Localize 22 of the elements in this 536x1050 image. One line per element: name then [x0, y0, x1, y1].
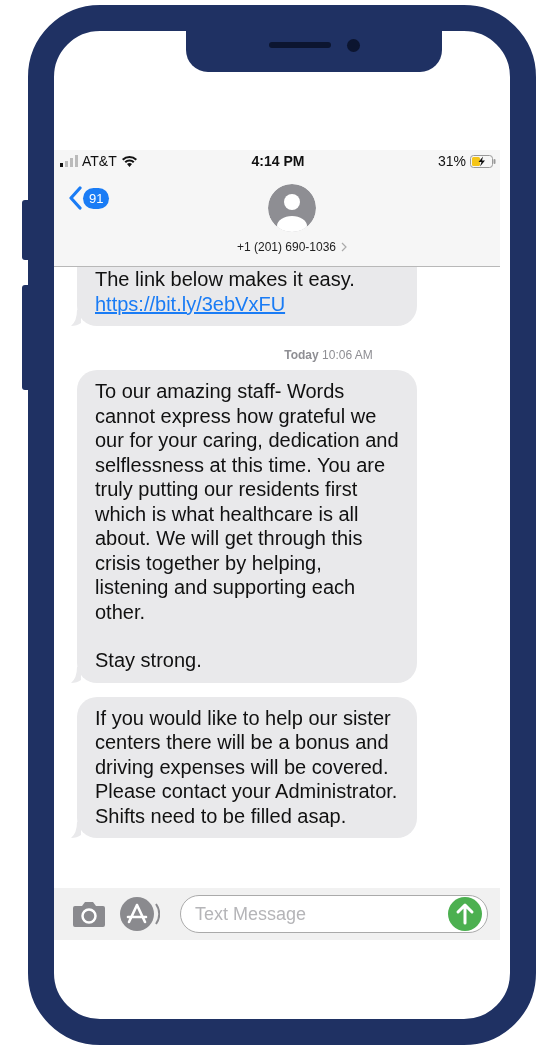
- unread-count-badge: 91: [83, 187, 110, 209]
- message-link[interactable]: https://bit.ly/3ebVxFU: [95, 291, 286, 316]
- message-timestamp: Today 10:06 AM: [284, 348, 373, 362]
- back-chevron-icon: [68, 186, 82, 210]
- wifi-icon: [120, 155, 138, 167]
- back-button[interactable]: 91: [68, 186, 110, 210]
- avatar-icon[interactable]: [268, 184, 316, 232]
- message-input-field[interactable]: Text Message: [180, 895, 488, 933]
- signal-icon: [60, 155, 78, 167]
- camera-dot-icon: [346, 38, 360, 52]
- carrier-name: AT&T: [82, 153, 117, 169]
- clock-time: 4:14 PM: [251, 153, 305, 169]
- message-text: Stay strong.: [95, 648, 203, 673]
- chevron-icon[interactable]: [341, 242, 348, 252]
- message-text: If you would like to help our sister centers there will be a bonus and driving expenses will be covered. Please contact your Administrator. Shifts need to be filled asap.: [95, 705, 399, 828]
- message-text: The link below makes it easy.: [95, 267, 356, 292]
- battery-percent: 31%: [437, 153, 466, 169]
- speaker-icon: [268, 42, 331, 48]
- contact-name[interactable]: +1 (201) 690-1036: [236, 240, 337, 254]
- camera-icon[interactable]: [72, 900, 106, 928]
- send-button[interactable]: [448, 897, 482, 931]
- message-text: To our amazing staff- Words cannot express how grateful we our for your caring, dedication and selflessness at this time. You are truly putting our residents first which is what healthcare is all about. We will get through this crisis together by helping, listening and supporting each other.: [95, 379, 399, 624]
